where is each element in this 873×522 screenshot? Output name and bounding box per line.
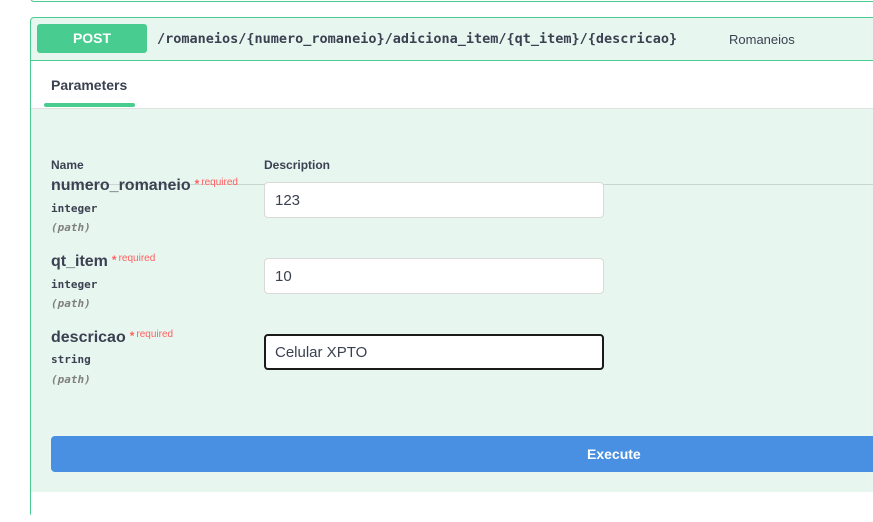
param-name-text: numero_romaneio: [51, 177, 191, 194]
param-type: integer: [51, 202, 98, 215]
column-header-description: Description: [264, 158, 331, 172]
qt-item-input[interactable]: [264, 258, 604, 294]
operation-path[interactable]: /romaneios/{numero_romaneio}/adiciona_it…: [157, 31, 677, 47]
param-location: (path): [51, 221, 91, 234]
method-badge[interactable]: POST: [37, 24, 147, 53]
operation-tag: Romaneios: [729, 32, 795, 47]
numero-romaneio-input[interactable]: [264, 182, 604, 218]
required-label: required: [136, 329, 174, 340]
param-location: (path): [51, 297, 91, 310]
param-name-descricao: descricao * required: [51, 329, 173, 347]
param-location: (path): [51, 373, 91, 386]
previous-opblock-edge: [30, 0, 873, 2]
operation-summary[interactable]: POST /romaneios/{numero_romaneio}/adicio…: [31, 18, 873, 61]
post-operation-block: POST /romaneios/{numero_romaneio}/adicio…: [30, 17, 873, 522]
param-type: string: [51, 353, 91, 366]
param-type: integer: [51, 278, 98, 291]
parameters-section-header: Parameters: [31, 61, 873, 109]
execute-button[interactable]: Execute: [51, 436, 873, 472]
param-name-text: descricao: [51, 329, 126, 346]
descricao-input[interactable]: [264, 334, 604, 370]
required-star: *: [194, 177, 200, 191]
param-name-numero-romaneio: numero_romaneio * required: [51, 177, 238, 195]
responses-area-edge: [31, 492, 873, 522]
required-star: *: [129, 329, 135, 343]
column-header-name: Name: [51, 158, 84, 172]
required-label: required: [118, 253, 156, 264]
tab-active-indicator: [44, 103, 135, 107]
param-name-qt-item: qt_item * required: [51, 253, 155, 271]
required-label: required: [201, 177, 238, 188]
required-star: *: [111, 253, 117, 267]
param-name-text: qt_item: [51, 253, 108, 270]
tab-parameters[interactable]: Parameters: [51, 77, 127, 93]
